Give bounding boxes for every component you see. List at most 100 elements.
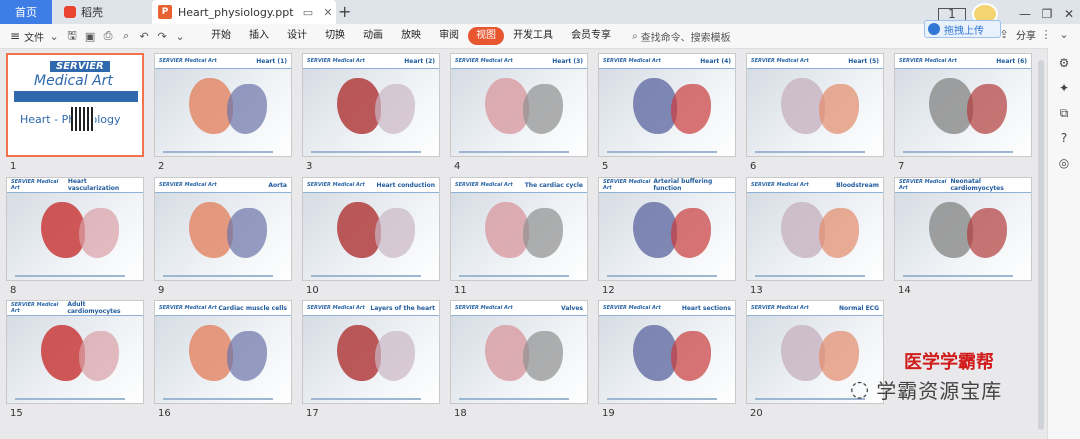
pdf-icon[interactable]: ▣: [82, 30, 98, 43]
menu-developer[interactable]: 开发工具: [504, 27, 562, 45]
slide-footer: [15, 398, 125, 400]
tab-home[interactable]: 首页: [0, 0, 52, 24]
slide-title: Heart (4): [700, 57, 731, 65]
slide-footer: [755, 398, 865, 400]
slide-thumbnail[interactable]: SERVIER Medical Art Bloodstream: [746, 177, 884, 281]
slide-thumbnail[interactable]: SERVIER Medical Art Heart vascularization: [6, 177, 144, 281]
chevron-down-icon[interactable]: ⌄: [46, 30, 62, 43]
slide-thumbnail[interactable]: SERVIER Medical Art Heart (4): [598, 53, 736, 157]
slide-brand: SERVIER Medical Art: [603, 179, 651, 191]
slide-title: Arterial buffering function: [653, 178, 713, 192]
slide-thumbnail[interactable]: SERVIER Medical Art Arterial buffering fu…: [598, 177, 736, 281]
slide-thumbnail[interactable]: SERVIER Medical Art Valves: [450, 300, 588, 404]
tab-docer-label: 稻壳: [81, 6, 103, 19]
new-tab-button[interactable]: +: [338, 2, 351, 21]
preview-icon[interactable]: ⌕: [118, 29, 134, 43]
slide-thumbnail[interactable]: SERVIER Medical Art Adult cardiomyocytes: [6, 300, 144, 404]
slide-title: Normal ECG: [839, 304, 879, 312]
screen-icon[interactable]: ▭: [300, 4, 316, 20]
save-icon[interactable]: 🖫: [64, 27, 80, 46]
slide-footer: [607, 275, 717, 277]
slide-thumbnail[interactable]: SERVIER Medical Art The cardiac cycle: [450, 177, 588, 281]
menu-design[interactable]: 设计: [278, 27, 316, 45]
search-placeholder: 查找命令、搜索模板: [640, 32, 731, 44]
slide-brand: SERVIER Medical Art: [751, 305, 809, 311]
slide-thumbnail[interactable]: SERVIER Medical Art Heart (6): [894, 53, 1032, 157]
magic-wand-icon[interactable]: ✦: [1056, 81, 1072, 97]
menu-review[interactable]: 审阅: [430, 27, 468, 45]
menu-transitions[interactable]: 切换: [316, 27, 354, 45]
close-window-icon[interactable]: ✕: [1058, 7, 1080, 21]
wechat-icon: ◌: [850, 377, 871, 402]
file-menu[interactable]: 文件: [24, 29, 44, 44]
slide-thumbnail[interactable]: SERVIER Medical Art Heart (5): [746, 53, 884, 157]
menu-insert[interactable]: 插入: [240, 27, 278, 45]
slide-brand: SERVIER Medical Art: [11, 302, 59, 314]
settings-sliders-icon[interactable]: ⚙: [1056, 56, 1072, 72]
slide-brand: SERVIER Medical Art: [11, 179, 59, 191]
watermark-subtitle: ◌ 学霸资源宝库: [850, 375, 1002, 404]
slide-header: SERVIER Medical Art Heart (4): [599, 54, 735, 69]
tab-docer[interactable]: 稻壳: [56, 0, 148, 24]
slide-brand: SERVIER Medical Art: [455, 58, 513, 64]
print-icon[interactable]: ⎙: [100, 29, 116, 43]
menu-animations[interactable]: 动画: [354, 27, 392, 45]
slide-thumbnail[interactable]: SERVIER Medical Art Heart (2): [302, 53, 440, 157]
copy-icon[interactable]: ⧉: [1056, 106, 1072, 122]
menu-member[interactable]: 会员专享: [562, 27, 620, 45]
menu-home[interactable]: 开始: [202, 27, 240, 45]
slide-number: 13: [750, 285, 763, 296]
slide-thumbnail[interactable]: SERVIER Medical Art Heart (1): [154, 53, 292, 157]
slide-header: SERVIER Medical Art Cardiac muscle cells: [155, 301, 291, 316]
menu-slideshow[interactable]: 放映: [392, 27, 430, 45]
tab-active-file-label: Heart_physiology.ppt: [178, 5, 294, 19]
slide-thumbnail[interactable]: SERVIER Medical Art Heart conduction: [302, 177, 440, 281]
help-icon[interactable]: ?: [1056, 131, 1072, 147]
slide-thumbnail[interactable]: SERVIER Medical Art Heart (3): [450, 53, 588, 157]
share-button[interactable]: 分享: [1016, 27, 1036, 42]
ribbon-toolbar: ≡ 文件 ⌄ 🖫 ▣ ⎙ ⌕ ↶ ↷ ⌄ 开始 插入 设计 切换 动画 放映 审…: [0, 24, 1080, 49]
docer-logo-icon: [64, 6, 76, 18]
slide-title: Layers of the heart: [370, 304, 435, 312]
hamburger-icon[interactable]: ≡: [10, 29, 20, 43]
right-sidebar: ⚙ ✦ ⧉ ? ◎: [1047, 48, 1080, 439]
slide-number: 10: [306, 285, 319, 296]
minimize-icon[interactable]: —: [1014, 7, 1036, 21]
close-tab-icon[interactable]: ✕: [320, 4, 336, 20]
slide-footer: [903, 275, 1013, 277]
command-search[interactable]: ⌕ 查找命令、搜索模板: [632, 29, 731, 44]
slide-footer: [311, 275, 421, 277]
restore-icon[interactable]: ❐: [1036, 7, 1058, 21]
slide-header: SERVIER Medical Art Heart vascularization: [7, 178, 143, 193]
vertical-scrollbar[interactable]: [1038, 60, 1044, 430]
slide-thumbnail[interactable]: SERVIER Medical Art Heart sections: [598, 300, 736, 404]
page-count-badge[interactable]: 1: [938, 7, 966, 21]
slide-thumbnail[interactable]: SERVIERMedical ArtHeart - Physiology: [6, 53, 144, 157]
slide-number: 15: [10, 408, 23, 419]
more-icon[interactable]: ⌄: [172, 30, 188, 43]
slide-header: SERVIER Medical Art Heart (1): [155, 54, 291, 69]
slide-header: SERVIER Medical Art Heart (2): [303, 54, 439, 69]
redo-icon[interactable]: ↷: [154, 30, 170, 43]
slide-header: SERVIER Medical Art Valves: [451, 301, 587, 316]
slide-header: SERVIER Medical Art Normal ECG: [747, 301, 883, 316]
slide-brand: SERVIER Medical Art: [307, 182, 365, 188]
slide-thumbnail[interactable]: SERVIER Medical Art Aorta: [154, 177, 292, 281]
slide-footer: [163, 151, 273, 153]
slide-footer: [755, 151, 865, 153]
collapse-ribbon-icon[interactable]: ⌄: [1056, 28, 1072, 41]
tab-active-file[interactable]: P Heart_physiology.ppt ▭ ✕: [152, 0, 336, 24]
slide-thumbnail[interactable]: SERVIER Medical Art Cardiac muscle cells: [154, 300, 292, 404]
upload-dropzone[interactable]: 拖拽上传: [924, 20, 1001, 38]
undo-icon[interactable]: ↶: [136, 30, 152, 43]
slide-brand: SERVIER Medical Art: [159, 305, 217, 311]
menu-view[interactable]: 视图: [468, 27, 505, 45]
slide-thumbnail[interactable]: SERVIER Medical Art Neonatal cardiomyocyt…: [894, 177, 1032, 281]
more-options-icon[interactable]: ⋮: [1038, 28, 1054, 41]
slide-title: Neonatal cardiomyocytes: [950, 178, 1004, 192]
slide-brand: SERVIER Medical Art: [899, 179, 947, 191]
ai-icon[interactable]: ◎: [1056, 156, 1072, 172]
slide-thumbnail[interactable]: SERVIER Medical Art Layers of the heart: [302, 300, 440, 404]
slide-brand: SERVIER Medical Art: [307, 58, 365, 64]
slide-header: SERVIER Medical Art Heart sections: [599, 301, 735, 316]
